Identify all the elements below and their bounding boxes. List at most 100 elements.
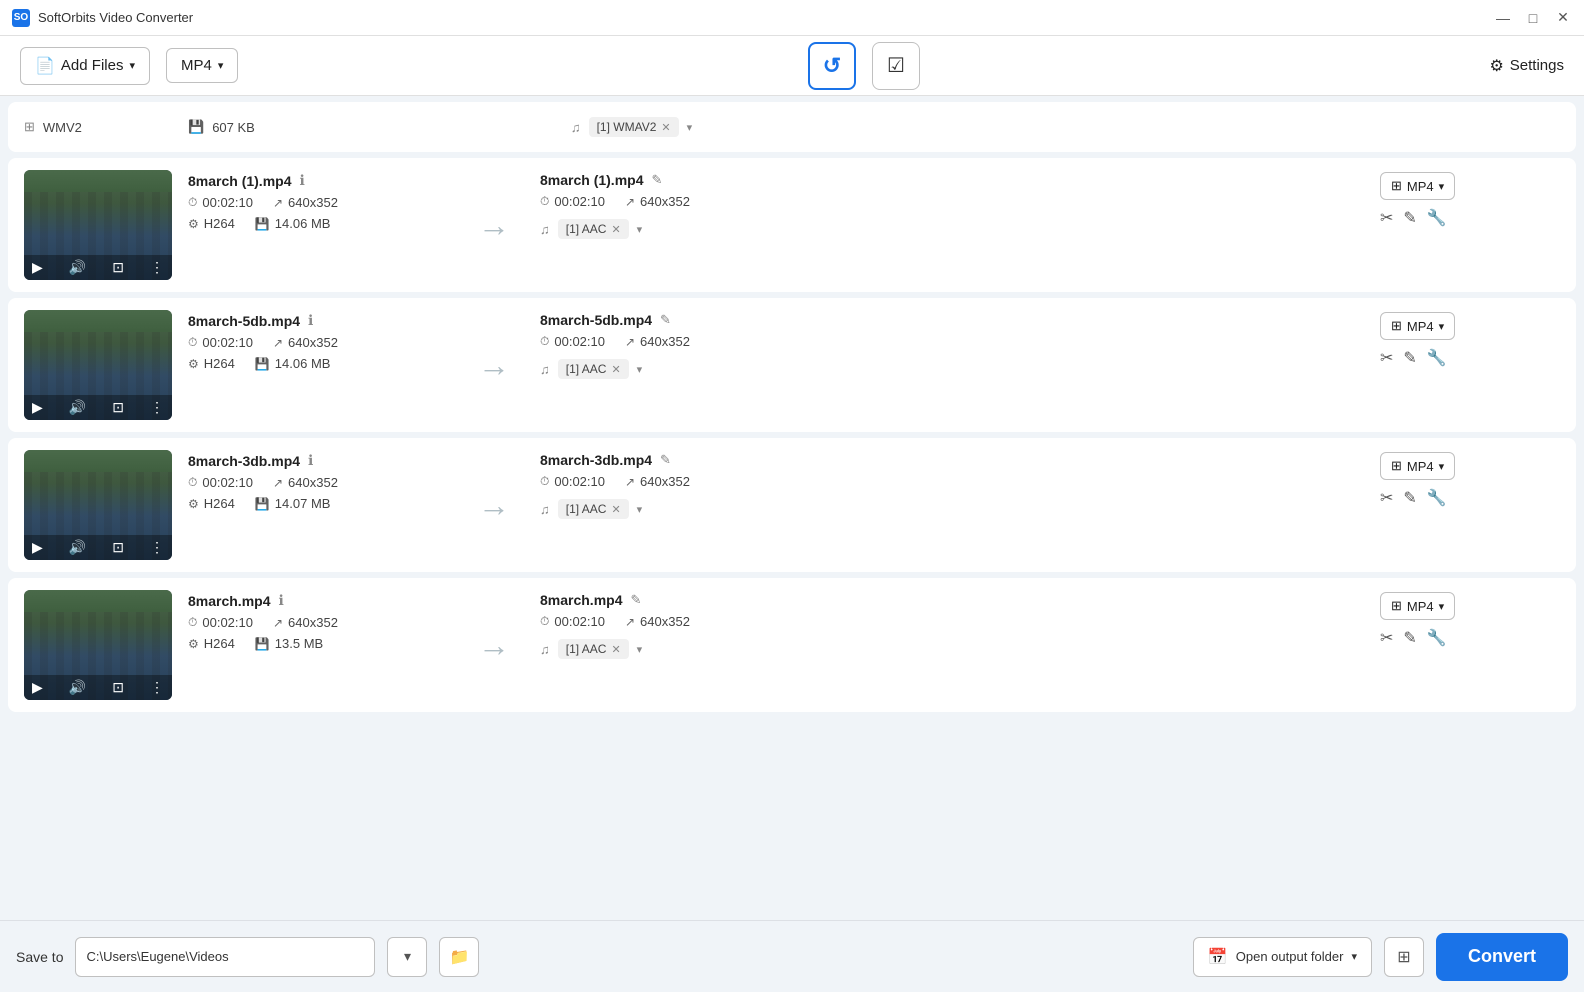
- play-icon[interactable]: ▶: [32, 539, 43, 556]
- info-icon[interactable]: ℹ: [299, 172, 304, 189]
- clock-icon: ⏱: [188, 615, 197, 630]
- open-output-button[interactable]: 📅 Open output folder ▾: [1193, 937, 1372, 977]
- file-row: ▶ 🔊 ⊡ ⋮ 8march.mp4 ℹ ⏱ 00:02:10: [8, 578, 1576, 712]
- codec-meta: ⚙ H264: [188, 356, 235, 371]
- info-icon[interactable]: ℹ: [278, 592, 283, 609]
- edit-file-icon[interactable]: ✎: [1403, 348, 1416, 368]
- more-icon[interactable]: ⋮: [150, 679, 164, 696]
- output-info: 8march-3db.mp4 ✎ ⏱ 00:02:10 ↗ 640x352 ♫: [540, 450, 1364, 560]
- play-icon[interactable]: ▶: [32, 259, 43, 276]
- add-files-button[interactable]: 📄 Add Files ▾: [20, 47, 150, 85]
- output-format-button[interactable]: ⊞ MP4 ▾: [1380, 172, 1455, 200]
- play-icon[interactable]: ▶: [32, 679, 43, 696]
- output-audio-remove[interactable]: ✕: [611, 643, 620, 656]
- calendar-icon: 📅: [1208, 947, 1228, 967]
- scissors-icon[interactable]: ✂: [1380, 208, 1393, 228]
- output-audio-icon: ♫: [540, 222, 550, 237]
- save-path-input[interactable]: [75, 937, 375, 977]
- edit-icon[interactable]: ✎: [630, 592, 641, 608]
- file-name: 8march-5db.mp4: [188, 313, 300, 329]
- output-name: 8march (1).mp4: [540, 172, 643, 188]
- grid-view-button[interactable]: ⊞: [1384, 937, 1424, 977]
- minimize-button[interactable]: —: [1494, 9, 1512, 27]
- size-meta: 💾 14.06 MB: [255, 216, 331, 231]
- output-duration-meta: ⏱ 00:02:10: [540, 474, 605, 489]
- wrench-icon[interactable]: 🔧: [1427, 208, 1447, 228]
- wmv2-audio-remove[interactable]: ✕: [661, 121, 670, 134]
- action-icons: ✂ ✎ 🔧: [1380, 348, 1560, 368]
- more-icon[interactable]: ⋮: [150, 259, 164, 276]
- convert-label: Convert: [1468, 946, 1536, 966]
- resize-icon: ↗: [273, 336, 283, 350]
- output-format-label: MP4: [1407, 599, 1434, 614]
- edit-file-icon[interactable]: ✎: [1403, 628, 1416, 648]
- crop-icon[interactable]: ⊡: [112, 399, 124, 416]
- wrench-icon[interactable]: 🔧: [1427, 628, 1447, 648]
- convert-button[interactable]: Convert: [1436, 933, 1568, 981]
- format-col: ⊞ MP4 ▾ ✂ ✎ 🔧: [1380, 310, 1560, 420]
- output-resolution-meta: ↗ 640x352: [625, 474, 690, 489]
- toolbar: 📄 Add Files ▾ MP4 ▾ ↺ ☑ ⚙ Settings: [0, 36, 1584, 96]
- more-icon[interactable]: ⋮: [150, 399, 164, 416]
- edit-icon[interactable]: ✎: [651, 172, 662, 188]
- output-audio-dropdown[interactable]: ▾: [637, 643, 643, 656]
- folder-icon: 📁: [450, 947, 470, 967]
- output-format-chevron-icon: ▾: [1439, 180, 1445, 193]
- wrench-icon[interactable]: 🔧: [1427, 348, 1447, 368]
- output-format-button[interactable]: ⊞ MP4 ▾: [1380, 452, 1455, 480]
- output-audio-dropdown[interactable]: ▾: [637, 363, 643, 376]
- output-info: 8march.mp4 ✎ ⏱ 00:02:10 ↗ 640x352 ♫: [540, 590, 1364, 700]
- check-button[interactable]: ☑: [872, 42, 920, 90]
- volume-icon[interactable]: 🔊: [69, 259, 86, 276]
- crop-icon[interactable]: ⊡: [112, 259, 124, 276]
- close-button[interactable]: ✕: [1554, 9, 1572, 27]
- edit-icon[interactable]: ✎: [660, 312, 671, 328]
- edit-file-icon[interactable]: ✎: [1403, 488, 1416, 508]
- scissors-icon[interactable]: ✂: [1380, 628, 1393, 648]
- wrench-icon[interactable]: 🔧: [1427, 488, 1447, 508]
- save-path-dropdown[interactable]: ▾: [387, 937, 427, 977]
- output-audio-remove[interactable]: ✕: [611, 223, 620, 236]
- file-name: 8march.mp4: [188, 593, 270, 609]
- settings-gear-icon: ⚙: [1489, 56, 1503, 76]
- output-format-grid-icon: ⊞: [1391, 598, 1402, 614]
- output-audio-dropdown[interactable]: ▾: [637, 223, 643, 236]
- crop-icon[interactable]: ⊡: [112, 539, 124, 556]
- scissors-icon[interactable]: ✂: [1380, 348, 1393, 368]
- output-audio-remove[interactable]: ✕: [611, 363, 620, 376]
- format-col: ⊞ MP4 ▾ ✂ ✎ 🔧: [1380, 450, 1560, 560]
- browse-folder-button[interactable]: 📁: [439, 937, 479, 977]
- info-icon[interactable]: ℹ: [308, 312, 313, 329]
- scissors-icon[interactable]: ✂: [1380, 488, 1393, 508]
- play-icon[interactable]: ▶: [32, 399, 43, 416]
- gear-icon: ⚙: [188, 217, 199, 231]
- edit-file-icon[interactable]: ✎: [1403, 208, 1416, 228]
- output-name: 8march.mp4: [540, 592, 622, 608]
- output-audio-remove[interactable]: ✕: [611, 503, 620, 516]
- volume-icon[interactable]: 🔊: [69, 399, 86, 416]
- wmv2-format: WMV2: [43, 120, 82, 135]
- output-info: 8march (1).mp4 ✎ ⏱ 00:02:10 ↗ 640x352 ♫: [540, 170, 1364, 280]
- edit-icon[interactable]: ✎: [660, 452, 671, 468]
- output-clock-icon: ⏱: [540, 614, 549, 629]
- output-format-button[interactable]: ⊞ MP4 ▾: [1380, 312, 1455, 340]
- output-audio-dropdown[interactable]: ▾: [637, 503, 643, 516]
- wmv2-audio-dropdown[interactable]: ▾: [687, 121, 693, 134]
- more-icon[interactable]: ⋮: [150, 539, 164, 556]
- info-icon[interactable]: ℹ: [308, 452, 313, 469]
- output-format-button[interactable]: ⊞ MP4 ▾: [1380, 592, 1455, 620]
- action-icons: ✂ ✎ 🔧: [1380, 628, 1560, 648]
- volume-icon[interactable]: 🔊: [69, 539, 86, 556]
- resize-icon: ↗: [273, 616, 283, 630]
- file-info: 8march-5db.mp4 ℹ ⏱ 00:02:10 ↗ 640x352 ⚙: [188, 310, 448, 420]
- settings-button[interactable]: ⚙ Settings: [1489, 56, 1564, 76]
- duration-meta: ⏱ 00:02:10: [188, 335, 253, 350]
- crop-icon[interactable]: ⊡: [112, 679, 124, 696]
- format-button[interactable]: MP4 ▾: [166, 48, 238, 83]
- storage-icon: 💾: [255, 637, 270, 651]
- refresh-button[interactable]: ↺: [808, 42, 856, 90]
- maximize-button[interactable]: □: [1524, 9, 1542, 27]
- file-info: 8march-3db.mp4 ℹ ⏱ 00:02:10 ↗ 640x352 ⚙: [188, 450, 448, 560]
- settings-label: Settings: [1510, 57, 1564, 74]
- volume-icon[interactable]: 🔊: [69, 679, 86, 696]
